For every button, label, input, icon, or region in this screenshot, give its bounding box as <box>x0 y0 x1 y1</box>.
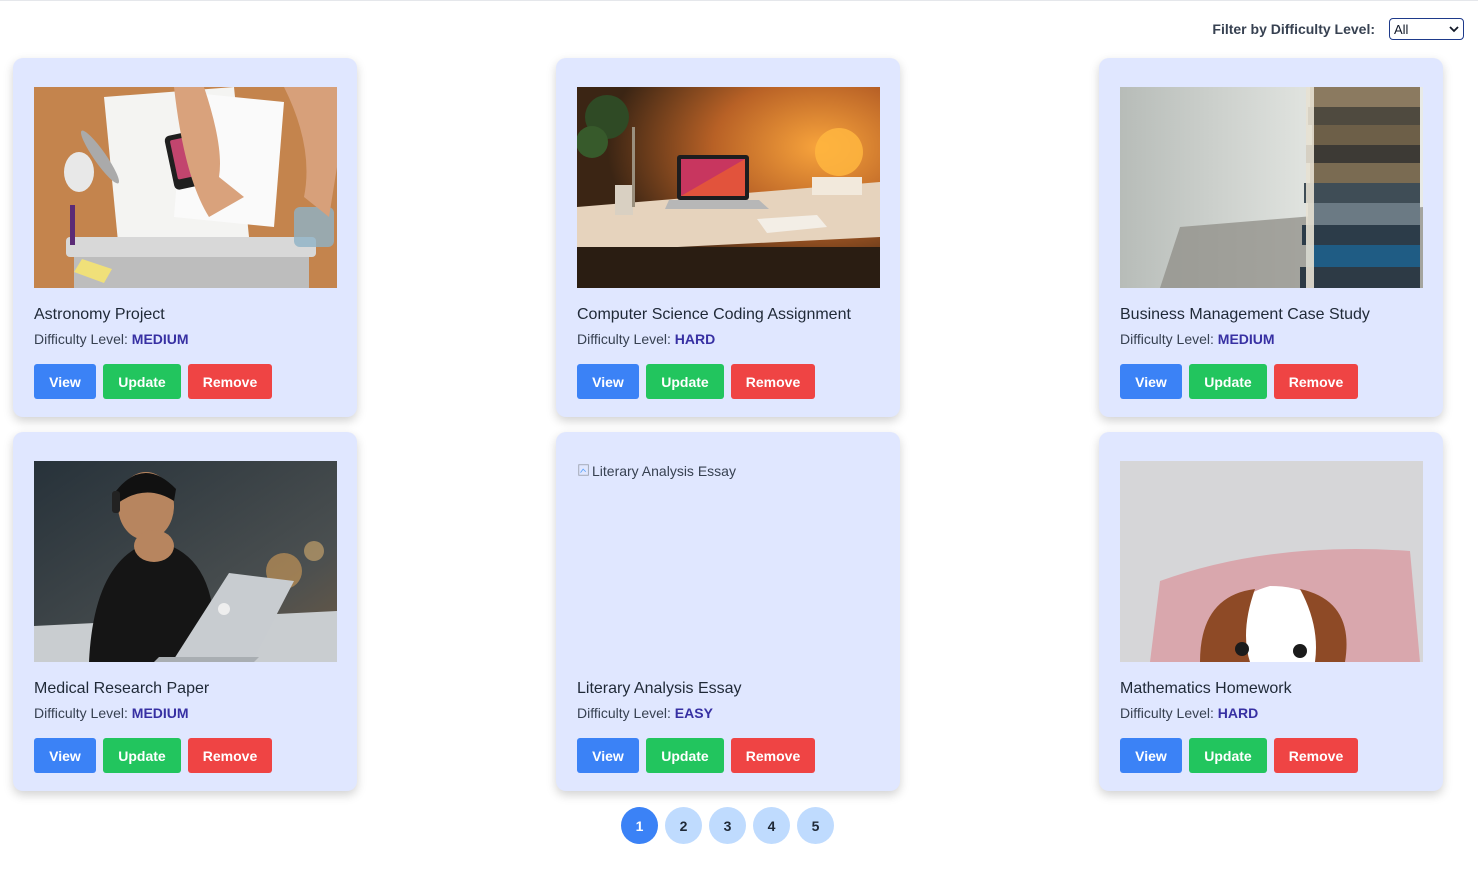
view-button[interactable]: View <box>34 364 96 399</box>
difficulty-value: HARD <box>674 331 716 347</box>
update-button[interactable]: Update <box>646 364 724 399</box>
page-button-3[interactable]: 3 <box>709 807 746 844</box>
remove-button[interactable]: Remove <box>1274 738 1358 773</box>
remove-button[interactable]: Remove <box>731 364 815 399</box>
assignment-card: Mathematics Homework Difficulty Level: H… <box>1099 432 1443 791</box>
difficulty-value: HARD <box>1217 705 1259 721</box>
pagination: 1 2 3 4 5 <box>621 807 834 844</box>
difficulty-label: Difficulty Level: <box>34 705 128 721</box>
remove-button[interactable]: Remove <box>188 364 272 399</box>
card-image <box>1120 87 1423 288</box>
difficulty-value: MEDIUM <box>131 705 189 721</box>
page-button-1[interactable]: 1 <box>621 807 658 844</box>
broken-image-icon <box>578 464 589 476</box>
card-title: Medical Research Paper <box>34 680 210 697</box>
difficulty-value: MEDIUM <box>131 331 189 347</box>
difficulty-select[interactable]: All <box>1389 18 1464 40</box>
card-image <box>34 87 337 288</box>
card-image <box>34 461 337 662</box>
difficulty-line: Difficulty Level: MEDIUM <box>34 705 189 721</box>
update-button[interactable]: Update <box>103 364 181 399</box>
card-image <box>577 87 880 288</box>
card-title: Mathematics Homework <box>1120 680 1292 697</box>
card-title: Literary Analysis Essay <box>577 680 742 697</box>
remove-button[interactable]: Remove <box>188 738 272 773</box>
assignment-card: Business Management Case Study Difficult… <box>1099 58 1443 417</box>
view-button[interactable]: View <box>577 364 639 399</box>
card-actions: View Update Remove <box>577 364 815 399</box>
difficulty-line: Difficulty Level: MEDIUM <box>1120 331 1275 347</box>
filter-selected-value: All <box>1394 21 1409 37</box>
chevron-down-icon <box>1449 25 1459 32</box>
update-button[interactable]: Update <box>103 738 181 773</box>
card-title: Business Management Case Study <box>1120 306 1370 323</box>
view-button[interactable]: View <box>577 738 639 773</box>
filter-label: Filter by Difficulty Level: <box>1212 21 1375 37</box>
card-actions: View Update Remove <box>577 738 815 773</box>
assignment-card: Medical Research Paper Difficulty Level:… <box>13 432 357 791</box>
card-actions: View Update Remove <box>1120 364 1358 399</box>
card-actions: View Update Remove <box>34 738 272 773</box>
card-image-broken: Literary Analysis Essay <box>577 461 880 664</box>
difficulty-value: EASY <box>674 705 713 721</box>
card-title: Computer Science Coding Assignment <box>577 306 851 323</box>
remove-button[interactable]: Remove <box>731 738 815 773</box>
view-button[interactable]: View <box>1120 364 1182 399</box>
page-button-5[interactable]: 5 <box>797 807 834 844</box>
difficulty-filter: Filter by Difficulty Level: All <box>1212 18 1464 40</box>
difficulty-label: Difficulty Level: <box>1120 331 1214 347</box>
update-button[interactable]: Update <box>1189 738 1267 773</box>
difficulty-label: Difficulty Level: <box>577 705 671 721</box>
view-button[interactable]: View <box>1120 738 1182 773</box>
update-button[interactable]: Update <box>1189 364 1267 399</box>
remove-button[interactable]: Remove <box>1274 364 1358 399</box>
assignment-card: Literary Analysis Essay Literary Analysi… <box>556 432 900 791</box>
page-button-4[interactable]: 4 <box>753 807 790 844</box>
difficulty-label: Difficulty Level: <box>577 331 671 347</box>
card-actions: View Update Remove <box>1120 738 1358 773</box>
difficulty-label: Difficulty Level: <box>1120 705 1214 721</box>
assignment-card: Computer Science Coding Assignment Diffi… <box>556 58 900 417</box>
difficulty-line: Difficulty Level: HARD <box>577 331 715 347</box>
card-image <box>1120 461 1423 662</box>
update-button[interactable]: Update <box>646 738 724 773</box>
assignment-card: Astronomy Project Difficulty Level: MEDI… <box>13 58 357 417</box>
difficulty-line: Difficulty Level: EASY <box>577 705 713 721</box>
difficulty-value: MEDIUM <box>1217 331 1275 347</box>
difficulty-line: Difficulty Level: HARD <box>1120 705 1258 721</box>
card-title: Astronomy Project <box>34 306 165 323</box>
page-button-2[interactable]: 2 <box>665 807 702 844</box>
image-alt-text: Literary Analysis Essay <box>592 463 736 479</box>
card-actions: View Update Remove <box>34 364 272 399</box>
difficulty-line: Difficulty Level: MEDIUM <box>34 331 189 347</box>
difficulty-label: Difficulty Level: <box>34 331 128 347</box>
view-button[interactable]: View <box>34 738 96 773</box>
